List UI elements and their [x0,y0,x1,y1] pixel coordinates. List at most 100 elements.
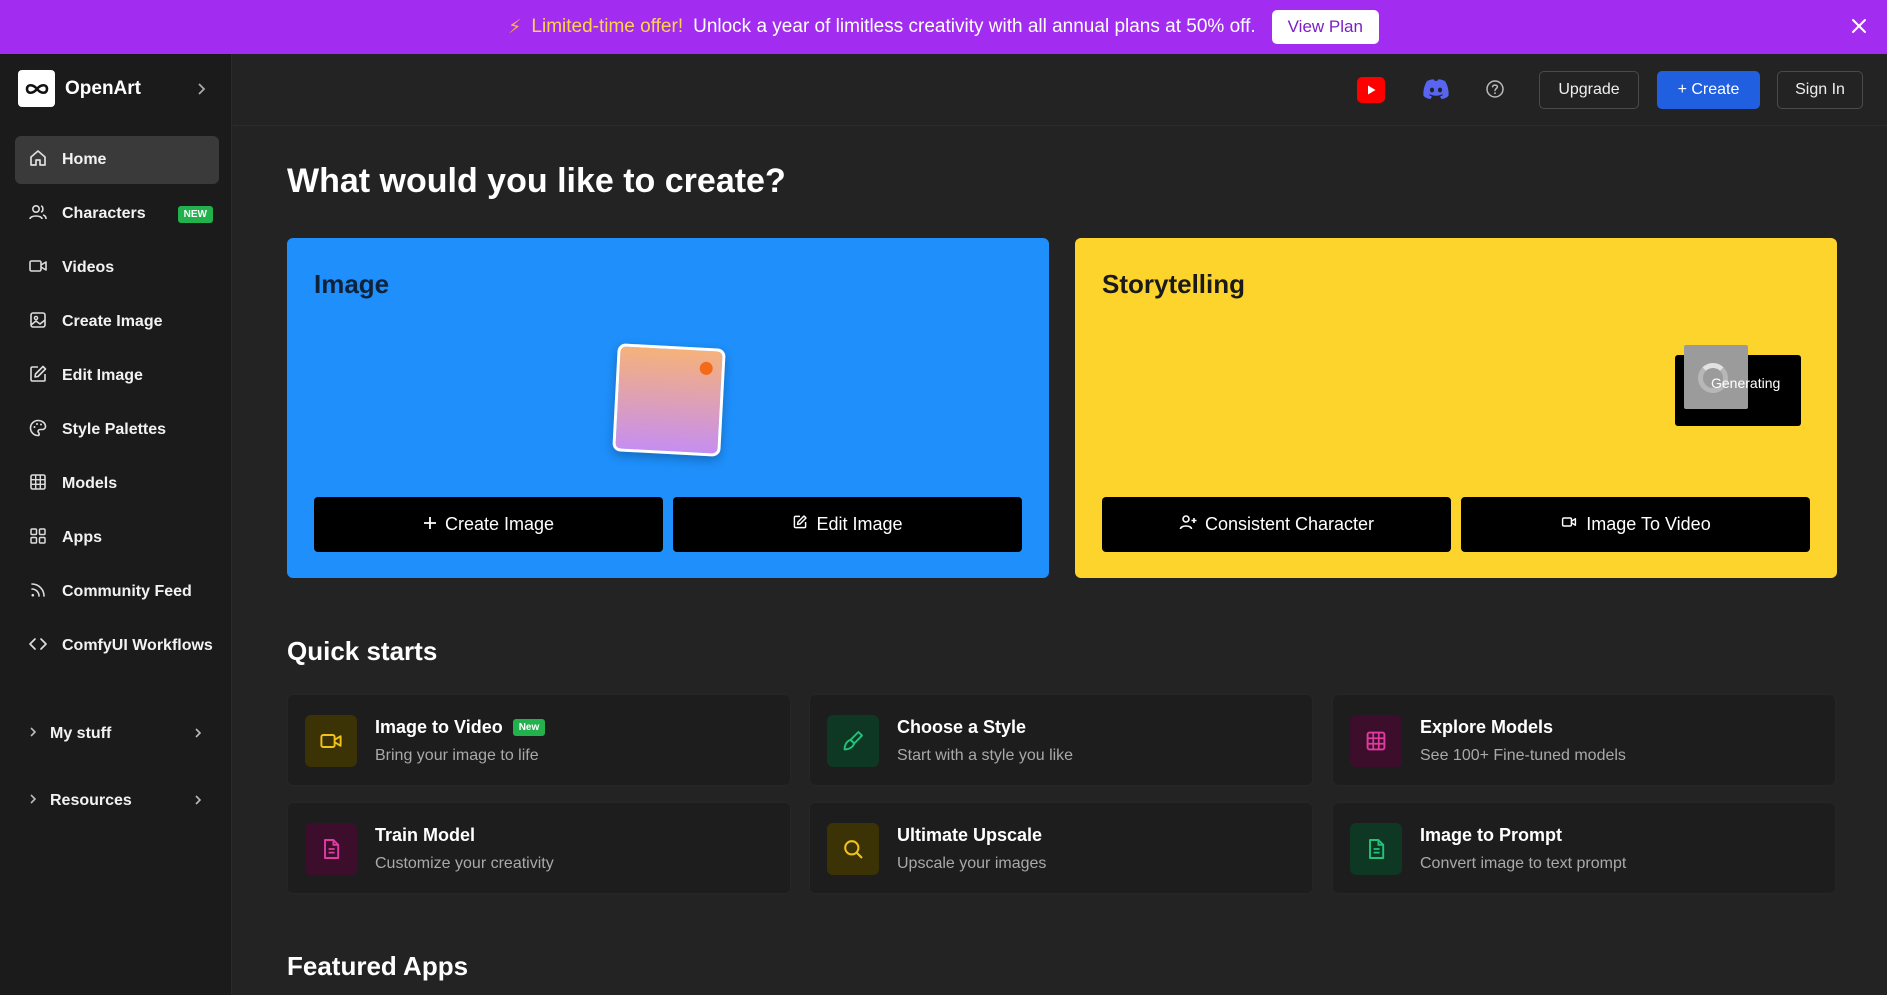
card-title: Storytelling [1102,269,1246,299]
sidebar-item-label: Home [62,151,107,168]
promo-highlight: Limited-time offer! [531,16,684,37]
brand-name: OpenArt [65,77,141,99]
top-bar: Upgrade + Create Sign In [233,54,1887,126]
brand[interactable]: OpenArt [18,70,141,107]
video-icon [28,256,48,281]
rss-icon [28,580,48,605]
create-button[interactable]: + Create [1657,71,1760,109]
sidebar-item-comfyui-workflows[interactable]: ComfyUI Workflows [15,622,219,670]
sidebar-group-label: Resources [50,792,132,809]
user-plus-icon [1179,514,1197,535]
close-icon[interactable] [1847,14,1871,38]
youtube-icon[interactable] [1357,77,1385,103]
plus-icon [423,514,437,535]
document-icon [1350,823,1402,875]
sidebar-item-label: Edit Image [62,367,143,384]
chevron-right-icon [28,792,38,810]
palette-icon [28,418,48,443]
quick-start-title: Train Model [375,825,476,845]
sidebar-item-label: Characters [62,205,146,222]
edit-icon [28,364,48,389]
promo-banner: ⚡ Limited-time offer! Unlock a year of l… [0,0,1887,54]
new-badge: NEW [177,205,213,223]
quick-start-explore-models[interactable]: Explore Models See 100+ Fine-tuned model… [1332,694,1836,786]
image-icon [28,310,48,335]
chevron-right-icon [193,793,203,812]
quick-start-desc: Start with a style you like [897,747,1074,764]
sidebar: OpenArt Home Characters NEW Videos Creat… [0,54,232,995]
search-icon [827,823,879,875]
quick-start-title: Image to Prompt [1420,825,1563,845]
storytelling-card: Storytelling Generating Consistent Chara… [1075,238,1837,578]
edit-image-button[interactable]: Edit Image [673,497,1022,552]
sidebar-item-label: Videos [62,259,115,276]
quick-start-title: Image to Video New [375,717,546,738]
openart-logo-icon [18,70,55,107]
sidebar-group-my-stuff[interactable]: My stuff [15,714,219,754]
sidebar-item-videos[interactable]: Videos [15,244,219,292]
grid-icon [28,472,48,497]
quick-start-desc: Customize your creativity [375,855,554,872]
button-label: Consistent Character [1204,514,1375,534]
featured-apps-title: Featured Apps [287,951,469,981]
sidebar-item-create-image[interactable]: Create Image [15,298,219,346]
upgrade-button[interactable]: Upgrade [1539,71,1639,109]
button-label: Image To Video [1586,514,1711,534]
quick-start-choose-style[interactable]: Choose a Style Start with a style you li… [809,694,1313,786]
quick-start-desc: Upscale your images [897,855,1047,872]
image-illustration [612,343,726,457]
sidebar-item-home[interactable]: Home [15,136,219,184]
sidebar-item-label: Style Palettes [62,421,167,438]
sidebar-item-label: Create Image [62,313,163,330]
sidebar-nav: Home Characters NEW Videos Create Image … [15,136,219,676]
image-card: Image Create Image Edit Image [287,238,1049,578]
sidebar-item-characters[interactable]: Characters NEW [15,190,219,238]
quick-start-title: Explore Models [1420,717,1554,737]
brush-icon [827,715,879,767]
card-title: Image [314,269,390,299]
quick-start-desc: Convert image to text prompt [1420,855,1627,872]
consistent-character-button[interactable]: Consistent Character [1102,497,1451,552]
view-plan-button[interactable]: View Plan [1271,10,1379,44]
discord-icon[interactable] [1422,78,1450,105]
sidebar-group-label: My stuff [50,725,112,742]
lightning-icon: ⚡ [508,16,522,38]
apps-icon [28,526,48,551]
video-icon [305,715,357,767]
quick-start-title: Choose a Style [897,717,1027,737]
chevron-right-icon[interactable] [196,82,208,101]
create-button-label: Create [1691,81,1740,98]
image-to-video-button[interactable]: Image To Video [1461,497,1810,552]
generating-status: Generating [1711,375,1781,391]
edit-icon [792,514,808,535]
users-icon [28,202,48,227]
sidebar-group-resources[interactable]: Resources [15,781,219,821]
help-icon[interactable] [1485,79,1505,104]
quick-start-desc: Bring your image to life [375,747,539,764]
quick-start-desc: See 100+ Fine-tuned models [1420,747,1626,764]
plus-icon: + [1677,81,1692,98]
grid-icon [1350,715,1402,767]
sidebar-item-edit-image[interactable]: Edit Image [15,352,219,400]
quick-starts-title: Quick starts [287,636,438,666]
sidebar-item-label: Models [62,475,118,492]
sidebar-item-label: Apps [62,529,102,546]
sidebar-item-label: ComfyUI Workflows [62,637,213,654]
quick-start-image-to-prompt[interactable]: Image to Prompt Convert image to text pr… [1332,802,1836,894]
sign-in-button[interactable]: Sign In [1777,71,1863,109]
chevron-right-icon [28,725,38,743]
sidebar-item-style-palettes[interactable]: Style Palettes [15,406,219,454]
quick-start-image-to-video[interactable]: Image to Video New Bring your image to li… [287,694,791,786]
create-image-button[interactable]: Create Image [314,497,663,552]
button-label: Create Image [444,514,555,534]
quick-start-train-model[interactable]: Train Model Customize your creativity [287,802,791,894]
sidebar-item-models[interactable]: Models [15,460,219,508]
sidebar-item-apps[interactable]: Apps [15,514,219,562]
quick-start-ultimate-upscale[interactable]: Ultimate Upscale Upscale your images [809,802,1313,894]
page-title: What would you like to create? [287,162,786,200]
home-icon [28,148,48,173]
button-label: Edit Image [816,514,903,534]
quick-start-title: Ultimate Upscale [897,825,1043,845]
sidebar-item-community-feed[interactable]: Community Feed [15,568,219,616]
chevron-right-icon [193,726,203,745]
